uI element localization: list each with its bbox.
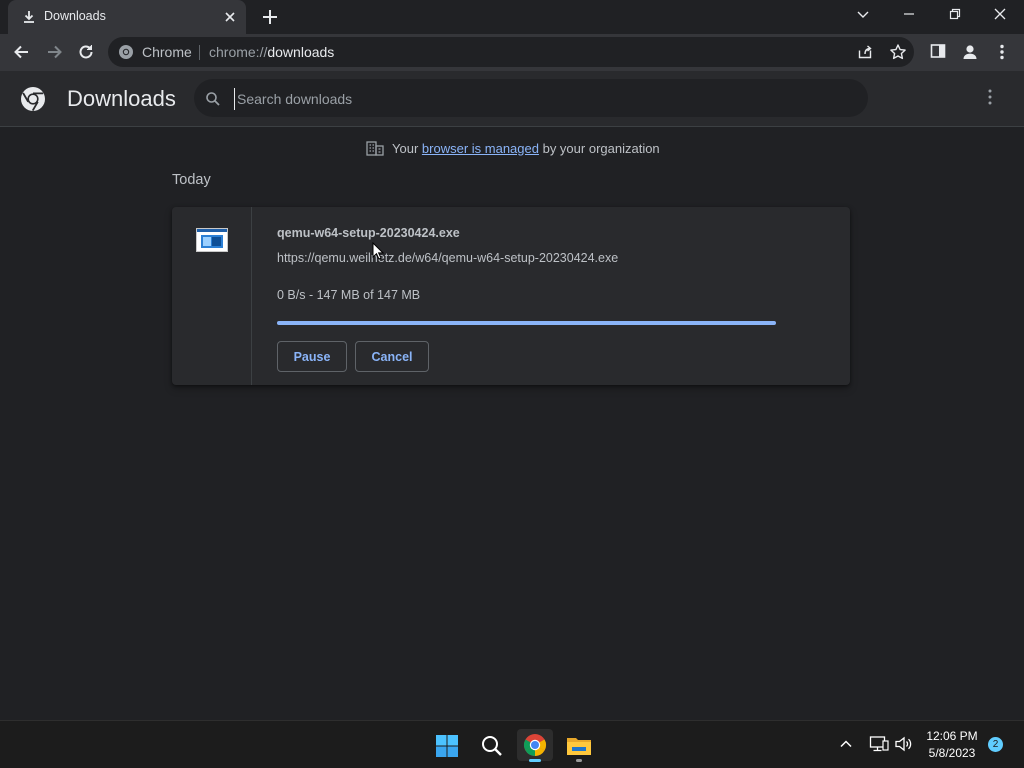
network-icon[interactable] (869, 735, 889, 753)
forward-icon[interactable] (44, 42, 64, 62)
reload-icon[interactable] (76, 42, 96, 62)
back-icon[interactable] (12, 42, 32, 62)
share-icon[interactable] (857, 44, 873, 60)
chrome-site-icon (118, 44, 134, 60)
search-box[interactable] (194, 79, 868, 117)
restore-icon[interactable] (947, 6, 963, 22)
taskbar: 12:06 PM 5/8/2023 2 (0, 720, 1024, 768)
search-icon (205, 91, 221, 107)
address-bar[interactable]: Chrome chrome://downloads (108, 37, 914, 67)
browser-toolbar: Chrome chrome://downloads (0, 34, 1024, 71)
tab-title: Downloads (44, 9, 106, 23)
exe-file-icon (196, 228, 228, 252)
address-divider (199, 45, 200, 60)
download-status: 0 B/s - 147 MB of 147 MB (277, 288, 421, 302)
minimize-icon[interactable] (901, 6, 917, 22)
active-indicator (529, 759, 541, 762)
managed-text-after: by your organization (542, 140, 660, 156)
downloads-menu-icon[interactable] (982, 88, 998, 106)
url-scheme: chrome:// (209, 44, 268, 60)
address-url: chrome://downloads (209, 44, 334, 60)
downloads-header: Downloads (0, 71, 1024, 127)
managed-notice: Your browser is managed by your organiza… (0, 140, 1024, 158)
taskbar-file-explorer[interactable] (561, 729, 597, 762)
bookmark-star-icon[interactable] (889, 43, 907, 61)
tab-close-icon[interactable] (222, 9, 238, 25)
download-icon-column (172, 207, 252, 385)
browser-managed-link[interactable]: browser is managed (422, 141, 539, 156)
notification-badge[interactable]: 2 (988, 737, 1003, 752)
download-progress-bar (277, 321, 776, 325)
new-tab-icon[interactable] (261, 8, 279, 26)
cancel-button[interactable]: Cancel (355, 341, 429, 372)
download-icon (21, 9, 37, 25)
page-title: Downloads (67, 86, 176, 111)
chrome-icon (524, 734, 546, 756)
mouse-cursor-icon (372, 242, 384, 260)
side-panel-icon[interactable] (929, 42, 947, 60)
managed-text-before: Your (392, 140, 419, 156)
tab-downloads[interactable]: Downloads (8, 0, 246, 34)
url-host: downloads (267, 44, 335, 60)
close-window-icon[interactable] (992, 6, 1008, 22)
file-name[interactable]: qemu-w64-setup-20230424.exe (277, 226, 460, 240)
clock-time: 12:06 PM (926, 729, 978, 743)
profile-avatar-icon[interactable] (960, 42, 980, 62)
pause-button[interactable]: Pause (277, 341, 347, 372)
site-chip: Chrome (142, 44, 192, 60)
system-clock[interactable]: 12:06 PM 5/8/2023 (920, 728, 984, 762)
volume-icon[interactable] (894, 735, 914, 753)
download-progress-fill (277, 321, 776, 325)
running-indicator (576, 759, 582, 762)
taskbar-chrome[interactable] (517, 729, 553, 762)
download-item: qemu-w64-setup-20230424.exe https://qemu… (172, 207, 850, 385)
start-icon (436, 735, 458, 757)
start-button[interactable] (429, 729, 465, 761)
file-explorer-icon (567, 738, 591, 755)
managed-text: Your browser is managed by your organiza… (392, 141, 660, 156)
chrome-logo-icon (20, 86, 46, 112)
tab-search-icon[interactable] (855, 6, 871, 22)
tab-strip: Downloads (0, 0, 1024, 34)
chrome-menu-icon[interactable] (992, 42, 1012, 62)
search-input[interactable] (234, 88, 839, 110)
file-url[interactable]: https://qemu.weilnetz.de/w64/qemu-w64-se… (277, 251, 618, 265)
show-hidden-icons-icon[interactable] (839, 737, 853, 751)
taskbar-search-button[interactable] (473, 729, 509, 761)
building-icon (366, 140, 384, 156)
clock-date: 5/8/2023 (928, 746, 976, 760)
search-icon (482, 736, 502, 756)
date-group-label: Today (172, 172, 211, 188)
